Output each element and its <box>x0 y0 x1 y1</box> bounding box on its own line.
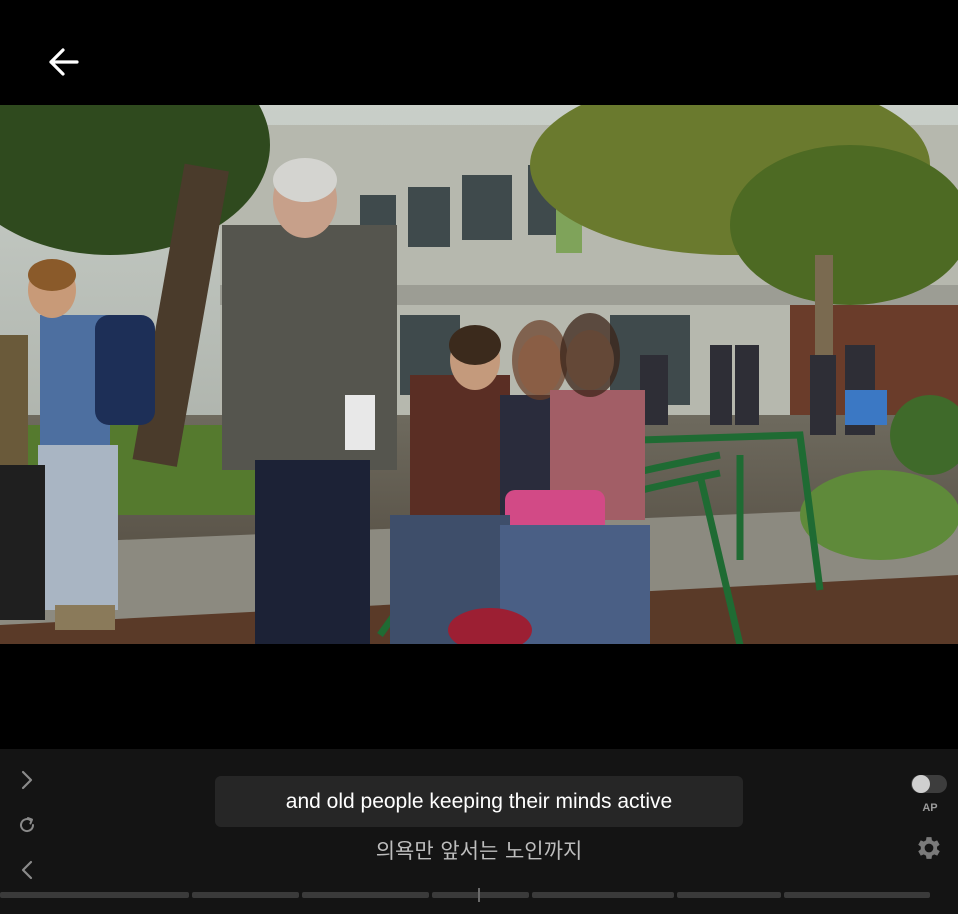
timeline-segment[interactable] <box>0 892 189 898</box>
control-panel: and old people keeping their minds activ… <box>0 749 958 914</box>
back-button[interactable] <box>40 40 88 84</box>
timeline-segment[interactable] <box>784 892 930 898</box>
autoplay-toggle[interactable] <box>911 775 947 793</box>
next-subtitle-button[interactable] <box>14 767 40 793</box>
timeline-segment[interactable] <box>302 892 429 898</box>
video-frame[interactable] <box>0 105 958 644</box>
timeline[interactable] <box>0 888 930 902</box>
timeline-segment[interactable] <box>432 892 529 898</box>
chevron-left-icon <box>21 860 33 880</box>
settings-button[interactable] <box>914 833 946 865</box>
previous-subtitle-button[interactable] <box>14 857 40 883</box>
subtitle-primary[interactable]: and old people keeping their minds activ… <box>215 776 743 827</box>
chevron-right-icon <box>21 770 33 790</box>
refresh-icon <box>20 817 35 833</box>
video-player: and old people keeping their minds activ… <box>0 0 958 914</box>
timeline-segment[interactable] <box>677 892 781 898</box>
subtitle-primary-text: and old people keeping their minds activ… <box>285 789 673 813</box>
timeline-segment[interactable] <box>532 892 674 898</box>
autoplay-toggle-knob <box>912 775 930 793</box>
timeline-segment[interactable] <box>192 892 299 898</box>
autoplay-label: AP <box>922 802 938 814</box>
video-scene <box>0 105 958 644</box>
timeline-playhead[interactable] <box>478 888 480 902</box>
replay-subtitle-button[interactable] <box>14 812 40 838</box>
gear-icon <box>918 837 940 859</box>
subtitle-translation[interactable]: 의욕만 앞서는 노인까지 <box>215 835 743 865</box>
arrow-left-icon <box>49 48 79 76</box>
